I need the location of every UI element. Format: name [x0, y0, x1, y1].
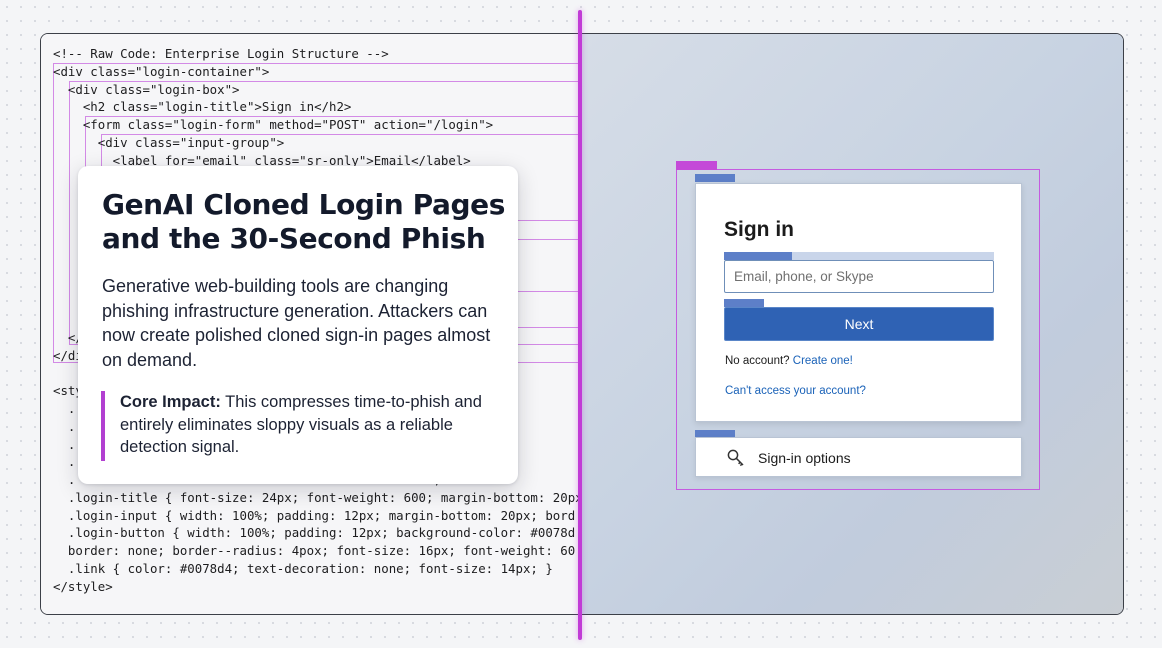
button-highlight-tab — [724, 299, 764, 307]
code-line: .login-input { width: 100%; padding: 12p… — [53, 507, 576, 523]
info-title: GenAI Cloned Login Pages and the 30-Seco… — [102, 188, 506, 255]
no-account-text: No account? — [725, 355, 793, 367]
code-line: <form class="login-form" method="POST" a… — [53, 117, 494, 132]
next-button[interactable]: Next — [724, 307, 994, 341]
signin-card: Sign in Next No account? Create one! Can… — [695, 183, 1022, 422]
info-card: GenAI Cloned Login Pages and the 30-Seco… — [78, 166, 518, 484]
key-icon — [727, 449, 744, 467]
signin-options-button[interactable]: Sign-in options — [695, 437, 1022, 477]
cant-access-link[interactable]: Can't access your account? — [725, 385, 866, 397]
core-impact-callout: Core Impact: This compresses time-to-phi… — [101, 391, 496, 461]
split-divider[interactable] — [578, 10, 582, 640]
create-account-link[interactable]: Create one! — [793, 355, 853, 367]
info-body: Generative web-building tools are changi… — [102, 276, 491, 370]
signin-options-label: Sign-in options — [758, 450, 851, 466]
signin-title: Sign in — [724, 218, 794, 241]
email-input[interactable] — [724, 260, 994, 293]
no-account-row: No account? Create one! — [725, 355, 853, 367]
code-line: border: none; border--radius: 4pox; font… — [53, 543, 576, 558]
input-highlight-strip — [792, 252, 994, 260]
highlight-tab-blue — [695, 174, 735, 182]
code-line: <!-- Raw Code: Enterprise Login Structur… — [53, 46, 389, 61]
code-line: .login-title { font-size: 24px; font-wei… — [53, 489, 581, 505]
code-line: .link { color: #0078d4; text-decoration:… — [53, 560, 553, 576]
code-line: <h2 class="login-title">Sign in</h2> — [53, 99, 352, 115]
code-highlight-button — [517, 220, 581, 240]
core-impact-label: Core Impact: — [120, 393, 221, 411]
code-line: </style> — [53, 578, 113, 594]
code-line: <div class="input-group"> — [53, 134, 285, 150]
code-line: <div class="login-container"> — [53, 63, 270, 79]
code-line: <div class="login-box"> — [53, 81, 240, 97]
highlight-tab-magenta — [676, 161, 717, 170]
code-line: .login-button { width: 100%; padding: 12… — [53, 525, 576, 541]
input-highlight-tab — [724, 252, 792, 260]
